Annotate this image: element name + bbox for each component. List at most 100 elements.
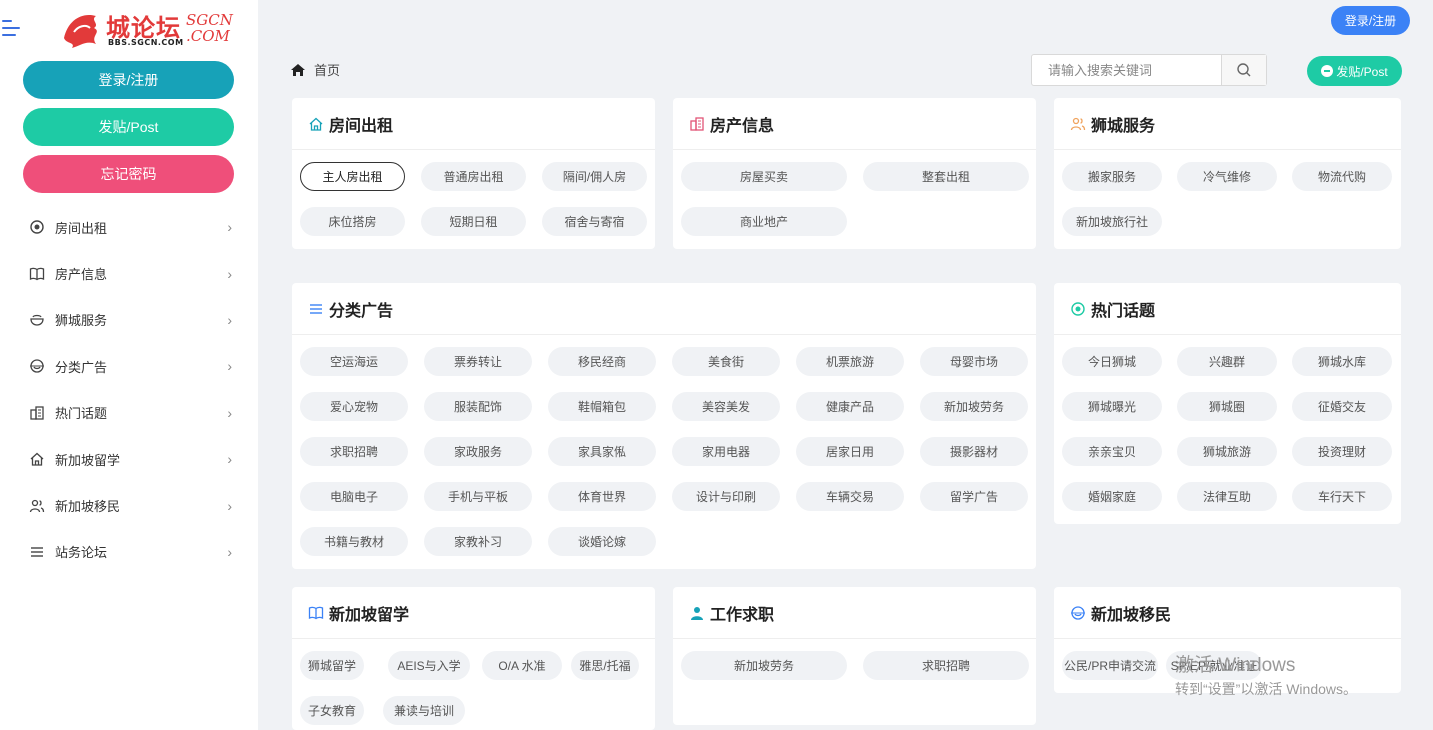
sidebar-nav-item[interactable]: 房间出租 › <box>0 204 258 250</box>
tag-link[interactable]: 车行天下 <box>1292 482 1392 511</box>
sidebar-nav-item[interactable]: 房产信息 › <box>0 250 258 296</box>
card-title[interactable]: 房间出租 <box>329 112 393 136</box>
tag-link[interactable]: 今日狮城 <box>1062 347 1162 376</box>
tag-link[interactable]: 家用电器 <box>672 437 780 466</box>
breadcrumb-home-link[interactable]: 首页 <box>314 60 340 79</box>
tag-link[interactable]: 机票旅游 <box>796 347 904 376</box>
tag-link[interactable]: 设计与印刷 <box>672 482 780 511</box>
tag-link[interactable]: 法律互助 <box>1177 482 1277 511</box>
tag-link[interactable]: 移民经商 <box>548 347 656 376</box>
tag-link[interactable]: 母婴市场 <box>920 347 1028 376</box>
sidebar-nav-item[interactable]: 分类广告 › <box>0 343 258 389</box>
card-service: 狮城服务搬家服务 冷气维修 物流代购新加坡旅行社 <box>1054 98 1401 249</box>
card-title[interactable]: 新加坡移民 <box>1091 601 1171 625</box>
card-title[interactable]: 分类广告 <box>329 297 393 321</box>
tag-link[interactable]: 兼读与培训 <box>383 696 465 725</box>
tag-link[interactable]: 雅思/托福 <box>571 651 639 680</box>
tag-link[interactable]: 书籍与教材 <box>300 527 408 556</box>
tag-link[interactable]: 车辆交易 <box>796 482 904 511</box>
tag-link[interactable]: 隔间/佣人房 <box>542 162 647 191</box>
header-login-button[interactable]: 登录/注册 <box>1331 6 1410 35</box>
tag-link[interactable]: 新加坡旅行社 <box>1062 207 1162 236</box>
sidebar-nav-item[interactable]: 新加坡移民 › <box>0 482 258 528</box>
tag-link[interactable]: 搬家服务 <box>1062 162 1162 191</box>
card-title[interactable]: 热门话题 <box>1091 297 1155 321</box>
tag-link[interactable]: 公民/PR申请交流 <box>1062 651 1158 680</box>
tag-link[interactable]: 征婚交友 <box>1292 392 1392 421</box>
card-title[interactable]: 狮城服务 <box>1091 112 1155 136</box>
tag-link[interactable]: 求职招聘 <box>863 651 1029 680</box>
card-job: 工作求职新加坡劳务 求职招聘 <box>673 587 1036 725</box>
sidebar-nav-label: 站务论坛 <box>55 545 108 561</box>
header-post-button[interactable]: 发贴/Post <box>1307 56 1402 86</box>
sidebar-nav-item[interactable]: 狮城服务 › <box>0 297 258 343</box>
sidebar-forgot-password-button[interactable]: 忘记密码 <box>23 155 234 193</box>
target-icon <box>28 218 46 236</box>
tag-link[interactable]: SP/EP/就业准证 <box>1166 651 1262 680</box>
tag-link[interactable]: 商业地产 <box>681 207 847 236</box>
sidebar-nav-item[interactable]: 热门话题 › <box>0 390 258 436</box>
site-logo[interactable]: 城论坛 BBS.SGCN.COM SGCN .COM <box>60 8 240 52</box>
tag-link[interactable]: 冷气维修 <box>1177 162 1277 191</box>
tag-link[interactable]: 新加坡劳务 <box>920 392 1028 421</box>
tag-link[interactable]: 家教补习 <box>424 527 532 556</box>
tag-link[interactable]: 手机与平板 <box>424 482 532 511</box>
tag-link[interactable]: 房屋买卖 <box>681 162 847 191</box>
tag-link[interactable]: 空运海运 <box>300 347 408 376</box>
menu-toggle-icon[interactable] <box>2 20 22 38</box>
sidebar-nav-label: 热门话题 <box>55 406 108 422</box>
tag-link[interactable]: 谈婚论嫁 <box>548 527 656 556</box>
card-title[interactable]: 工作求职 <box>710 601 774 625</box>
tag-link[interactable]: AEIS与入学 <box>388 651 470 680</box>
home-icon <box>28 450 46 468</box>
tag-link[interactable]: 物流代购 <box>1292 162 1392 191</box>
card-immig: 新加坡移民公民/PR申请交流 SP/EP/就业准证 <box>1054 587 1401 693</box>
tag-link[interactable]: 狮城留学 <box>300 651 364 680</box>
tag-link[interactable]: 狮城水库 <box>1292 347 1392 376</box>
tag-link[interactable]: 鞋帽箱包 <box>548 392 656 421</box>
tag-link[interactable]: 狮城旅游 <box>1177 437 1277 466</box>
tag-link[interactable]: 投资理财 <box>1292 437 1392 466</box>
tag-link[interactable]: 体育世界 <box>548 482 656 511</box>
tag-link[interactable]: 整套出租 <box>863 162 1029 191</box>
tag-link[interactable]: 摄影器材 <box>920 437 1028 466</box>
tag-link[interactable]: 服装配饰 <box>424 392 532 421</box>
tag-link[interactable]: 狮城曝光 <box>1062 392 1162 421</box>
card-title[interactable]: 房产信息 <box>710 112 774 136</box>
tag-link[interactable]: 电脑电子 <box>300 482 408 511</box>
tag-link[interactable]: 家具家俬 <box>548 437 656 466</box>
tag-link[interactable]: 美容美发 <box>672 392 780 421</box>
sidebar-nav-item[interactable]: 新加坡留学 › <box>0 436 258 482</box>
tag-link[interactable]: 新加坡劳务 <box>681 651 847 680</box>
tag-link[interactable]: 婚姻家庭 <box>1062 482 1162 511</box>
tag-link[interactable]: 居家日用 <box>796 437 904 466</box>
tag-link[interactable]: 普通房出租 <box>421 162 526 191</box>
chevron-right-icon: › <box>227 451 232 468</box>
tag-link[interactable]: 美食街 <box>672 347 780 376</box>
book-icon <box>308 605 324 621</box>
chevron-right-icon: › <box>227 358 232 375</box>
tag-link[interactable]: 宿舍与寄宿 <box>542 207 647 236</box>
search-input[interactable] <box>1032 55 1221 85</box>
home-icon[interactable] <box>290 63 306 77</box>
tag-link[interactable]: 家政服务 <box>424 437 532 466</box>
sidebar-nav-item[interactable]: 站务论坛 › <box>0 529 258 575</box>
tag-link[interactable]: 床位搭房 <box>300 207 405 236</box>
sidebar-login-button[interactable]: 登录/注册 <box>23 61 234 99</box>
tag-link[interactable]: 票券转让 <box>424 347 532 376</box>
tag-link[interactable]: 兴趣群 <box>1177 347 1277 376</box>
tag-link[interactable]: 留学广告 <box>920 482 1028 511</box>
tag-link[interactable]: 求职招聘 <box>300 437 408 466</box>
search-button[interactable] <box>1221 55 1266 85</box>
tag-link[interactable]: 短期日租 <box>421 207 526 236</box>
sidebar-post-button[interactable]: 发贴/Post <box>23 108 234 146</box>
tag-link[interactable]: 爱心宠物 <box>300 392 408 421</box>
tag-link[interactable]: 狮城圈 <box>1177 392 1277 421</box>
tag-link[interactable]: 健康产品 <box>796 392 904 421</box>
tag-link[interactable]: O/A 水准 <box>482 651 562 680</box>
tag-link[interactable]: 主人房出租 <box>300 162 405 191</box>
card-title[interactable]: 新加坡留学 <box>329 601 409 625</box>
sidebar-nav-label: 新加坡移民 <box>55 499 121 515</box>
tag-link[interactable]: 子女教育 <box>300 696 364 725</box>
tag-link[interactable]: 亲亲宝贝 <box>1062 437 1162 466</box>
